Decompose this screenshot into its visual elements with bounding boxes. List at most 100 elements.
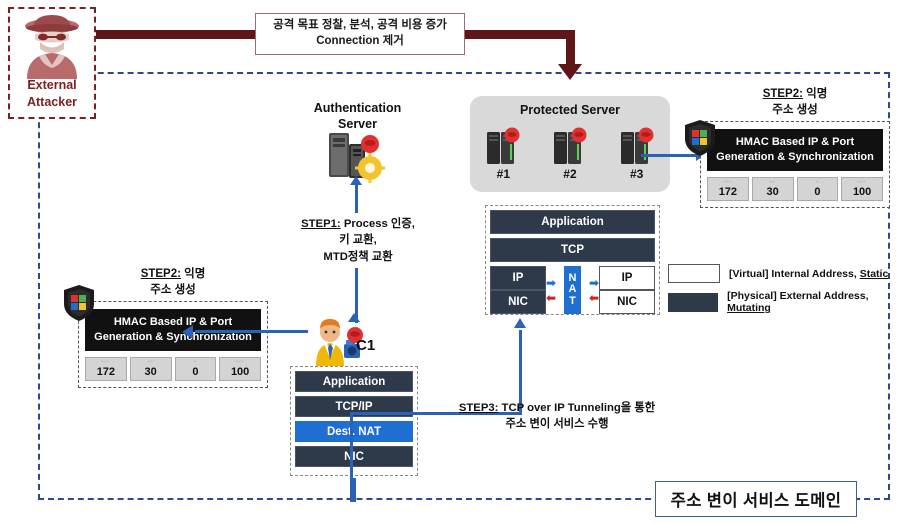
server-layer-ip-external: IP xyxy=(599,266,655,290)
hmac-left-step-tag: STEP2: xyxy=(140,268,181,280)
step3-line2: 주소 변이 서비스 수행 xyxy=(505,418,609,431)
server-layer-ip-internal: IP xyxy=(490,266,546,290)
hmac-left-step-line2: 주소 생성 xyxy=(150,284,196,297)
address-octet: · 0 xyxy=(174,356,217,381)
hmac-right-step-tag: STEP2: xyxy=(762,88,803,100)
client-to-hmac-line xyxy=(195,330,308,333)
server-name: #3 xyxy=(629,167,644,181)
hmac-left-step-label: STEP2: 익명 주소 생성 xyxy=(78,266,268,298)
step1-label: STEP1: Process 인증, 키 교환, MTD정책 교환 xyxy=(283,216,433,265)
address-octet-value: 30 xyxy=(144,365,157,378)
address-octet-blurred: ··· xyxy=(723,178,733,186)
hmac-left-box: HMAC Based IP & Port Generation & Synchr… xyxy=(78,301,268,388)
legend-virtual-emphasis: Static xyxy=(859,267,889,280)
address-octet-value: 172 xyxy=(718,185,738,198)
arrow-left-red-icon: ⬅ xyxy=(545,290,557,305)
protected-server-item: #1 xyxy=(483,126,523,181)
legend: [Virtual] Internal Address, Static [Phys… xyxy=(668,264,908,321)
legend-swatch-virtual xyxy=(668,264,720,283)
step1-line3: MTD정책 교환 xyxy=(323,250,393,263)
address-octet: ··· 172 xyxy=(707,176,749,201)
arrow-right-blue-icon: ➡ xyxy=(545,275,557,290)
address-octet-blurred: ·· xyxy=(769,178,776,186)
hmac-left-title-line1: HMAC Based IP & Port xyxy=(113,316,233,329)
step3-tag: STEP3: xyxy=(458,402,499,414)
address-octet: ·· 30 xyxy=(129,356,172,381)
legend-swatch-physical xyxy=(668,292,719,312)
server-rack-icon xyxy=(620,127,654,164)
legend-label-physical: [Physical] External Address, Mutating xyxy=(727,290,908,314)
attack-message-line1: 공격 목표 정찰, 분석, 공격 비용 증가 xyxy=(273,19,447,32)
server-protocol-stack: Application TCP IP NIC ➡ ⬅ N A T ➡ ⬅ IP xyxy=(485,205,660,315)
hmac-left-address-row: ··· 172 ·· 30 · 0 ··· 100 xyxy=(85,356,261,381)
shield-icon xyxy=(684,119,716,162)
address-octet-blurred: ··· xyxy=(857,178,867,186)
address-octet-blurred: · xyxy=(193,358,197,366)
client-layer-nic: NIC xyxy=(295,446,413,467)
attack-path-line-left xyxy=(95,30,258,39)
address-octet-value: 100 xyxy=(230,365,250,378)
client-layer-application: Application xyxy=(295,371,413,392)
attacker-label-line2: Attacker xyxy=(26,95,78,110)
attacker-label-line1: External xyxy=(27,78,77,93)
client-protocol-stack: Application TCP/IP Dest. NAT NIC xyxy=(290,366,418,476)
hmac-right-title-line1: HMAC Based IP & Port xyxy=(735,136,855,149)
nat-letter-t: T xyxy=(569,294,576,307)
protected-server-item: #2 xyxy=(550,126,590,181)
server-rack-icon xyxy=(487,127,520,164)
address-octet: ··· 100 xyxy=(219,356,261,381)
step1-line2: 키 교환, xyxy=(339,234,377,247)
address-octet-value: 172 xyxy=(96,365,116,378)
legend-virtual-prefix: [Virtual] Internal Address, xyxy=(729,267,860,280)
legend-row: [Physical] External Address, Mutating xyxy=(668,290,908,314)
hacker-icon xyxy=(21,13,83,84)
server-layer-tcp: TCP xyxy=(490,238,655,262)
attack-path-arrowhead xyxy=(558,64,582,80)
attack-path-line-vertical xyxy=(566,30,575,68)
authentication-server-title: Authentication Server xyxy=(300,100,415,133)
external-attacker-label: External Attacker xyxy=(10,77,94,111)
auth-arrow-upper xyxy=(355,183,358,213)
hmac-right-step-line2: 주소 생성 xyxy=(772,104,818,117)
external-attacker-box: External Attacker xyxy=(8,7,96,119)
nat-arrows-right: ➡ ⬅ xyxy=(589,266,599,314)
address-octet-value: 0 xyxy=(192,365,199,378)
hmac-right-step-label: STEP2: 익명 주소 생성 xyxy=(700,86,890,118)
client-layer-dest-nat: Dest. NAT xyxy=(295,421,413,442)
client-to-auth-arrowhead xyxy=(348,313,360,322)
address-octet-value: 100 xyxy=(852,185,872,198)
address-octet-blurred: ··· xyxy=(235,358,245,366)
server-rack-icon xyxy=(553,127,587,164)
server-layer-application: Application xyxy=(490,210,655,234)
address-octet-value: 0 xyxy=(814,185,821,198)
address-octet: ·· 30 xyxy=(751,176,794,201)
address-octet: ··· 172 xyxy=(85,356,127,381)
address-octet: ··· 100 xyxy=(841,176,883,201)
hmac-right-title: HMAC Based IP & Port Generation & Synchr… xyxy=(707,129,883,171)
step3-left-riser xyxy=(350,412,353,502)
hmac-right-box: HMAC Based IP & Port Generation & Synchr… xyxy=(700,121,890,208)
legend-physical-emphasis: Mutating xyxy=(727,302,771,314)
step1-text: Process 인증, xyxy=(340,218,415,230)
legend-physical-prefix: [Physical] External Address, xyxy=(727,290,869,302)
legend-row: [Virtual] Internal Address, Static xyxy=(668,264,908,283)
server-name: #1 xyxy=(496,167,510,181)
client-stack-down-line xyxy=(353,478,356,502)
address-octet-blurred: · xyxy=(815,178,819,186)
step3-label: STEP3: TCP over IP Tunneling을 통한 주소 변이 서… xyxy=(432,400,682,433)
hmac-right-group: STEP2: 익명 주소 생성 HMAC Based IP & Port Gen… xyxy=(700,86,890,208)
client-to-hmac-arrowhead xyxy=(182,325,193,339)
hmac-left-group: STEP2: 익명 주소 생성 HMAC Based IP & Port Gen… xyxy=(78,266,268,388)
server-layer-nic-external: NIC xyxy=(599,290,655,314)
hmac-right-title-line2: Generation & Synchronization xyxy=(716,151,874,164)
address-octet-value: 30 xyxy=(766,185,779,198)
nat-arrows-left: ➡ ⬅ xyxy=(546,266,556,314)
hmac-right-step-text: 익명 xyxy=(802,88,828,100)
step1-tag: STEP1: xyxy=(301,218,341,230)
hmac-right-address-row: ··· 172 ·· 30 · 0 ··· 100 xyxy=(707,176,883,201)
legend-label-virtual: [Virtual] Internal Address, Static xyxy=(729,268,888,280)
address-octet-blurred: ·· xyxy=(147,358,154,366)
shield-icon xyxy=(63,284,95,327)
attack-message-box: 공격 목표 정찰, 분석, 공격 비용 증가 Connection 제거 xyxy=(255,13,465,55)
hmac-left-step-text: 익명 xyxy=(180,268,206,280)
